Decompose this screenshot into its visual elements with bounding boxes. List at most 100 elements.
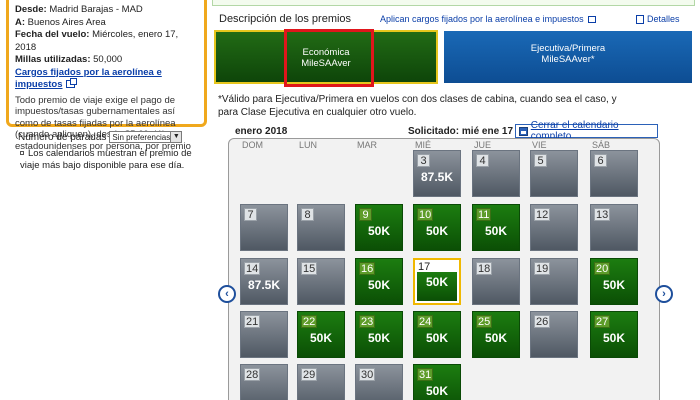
requested-label: Solicitado: [408,126,460,137]
popup-window-icon[interactable] [66,78,78,89]
day-award-miles: 50K [602,331,625,345]
date-label: Fecha del vuelo: [15,29,90,40]
calendar-day[interactable]: 30 [355,364,403,400]
stops-select-value: Sin preferencias [112,132,171,142]
details-link-text[interactable]: Detalles [647,14,680,24]
day-number: 27 [594,315,611,328]
day-number: 6 [594,154,607,167]
day-award-miles: 50K [367,331,390,345]
apply-fees-link-text[interactable]: Aplican cargos fijados por la aerolínea … [380,14,584,24]
calendar-day[interactable]: 29 [297,364,345,400]
calendar-day[interactable]: 7 [240,204,288,251]
calendar-day[interactable]: 13 [590,204,638,251]
fees-description: Todo premio de viaje exige el pago de im… [15,94,191,152]
top-banner-box [212,0,695,6]
calendar-day[interactable]: 11 50K [472,204,520,251]
chevron-down-icon[interactable]: ▼ [170,132,182,142]
calendar-day[interactable]: 22 50K [297,311,345,358]
tab-exec-line2: MileSAAver* [541,54,595,65]
day-award-miles: 50K [425,384,448,398]
day-award-miles: 50K [425,331,448,345]
day-award-miles: 50K [425,224,448,238]
day-number: 18 [476,262,493,275]
calendar-day[interactable]: 21 [240,311,288,358]
calendar-day[interactable]: 20 50K [590,258,638,305]
calendar-day[interactable]: 27 50K [590,311,638,358]
weekday-label: MAR [357,140,377,150]
day-number: 22 [301,315,318,328]
day-number: 29 [301,368,318,381]
bullet-square-icon [20,151,24,156]
day-number: 26 [534,315,551,328]
calendar-day[interactable]: 10 50K [413,204,461,251]
calendar-day[interactable]: 12 [530,204,578,251]
from-row: Desde: Madrid Barajas - MAD [15,4,197,17]
day-number: 13 [594,208,611,221]
day-number: 15 [301,262,318,275]
next-month-button[interactable]: › [655,285,673,303]
calendar-day[interactable]: 19 [530,258,578,305]
calendar-day[interactable]: 26 [530,311,578,358]
calendar-day[interactable]: 15 [297,258,345,305]
calendar-day[interactable]: 6 [590,150,638,197]
day-award-miles: 50K [602,278,625,292]
weekday-label: DOM [242,140,263,150]
miles-label: Millas utilizadas: [15,54,91,65]
prev-month-button[interactable]: ‹ [218,285,236,303]
to-value: Buenos Aires Area [27,16,106,28]
calendar-note-text: Los calendarios muestran el premio de vi… [20,148,192,171]
miles-row: Millas utilizadas: 50,000 [15,54,197,67]
day-award-miles: 50K [309,331,332,345]
calendar-day[interactable]: 23 50K [355,311,403,358]
prize-description-title: Descripción de los premios [219,13,352,25]
close-calendar-button[interactable]: Cerrar el calendario completo [515,120,658,142]
stops-select[interactable]: Sin preferencias ▼ [109,131,183,143]
popup-window-icon[interactable] [588,16,597,24]
calendar-day[interactable]: 5 [530,150,578,197]
calendar-day[interactable]: 4 [472,150,520,197]
calendar-day[interactable]: 25 50K [472,311,520,358]
day-number: 20 [594,262,611,275]
requested-date: Solicitado: mié ene 17 [408,126,513,137]
date-row: Fecha del vuelo: Miércoles, enero 17, 20… [15,29,197,54]
calendar-day[interactable]: 8 [297,204,345,251]
from-label: Desde: [15,4,47,15]
miles-value: 50,000 [93,54,123,65]
chevron-left-icon[interactable]: ‹ [225,288,229,300]
day-number: 28 [244,368,261,381]
tab-ejecutiva-primera-milesaaver[interactable]: Ejecutiva/Primera MileSAAver* [444,31,692,83]
stops-filter: Número de paradas Sin preferencias ▼ [18,131,183,143]
apply-fees-link[interactable]: Aplican cargos fijados por la aerolínea … [380,14,597,24]
document-icon [636,14,644,24]
calendar-day[interactable]: 14 87.5K [240,258,288,305]
calendar-day[interactable]: 18 [472,258,520,305]
day-award-miles: 50K [367,224,390,238]
day-award-miles: 87.5K [420,170,454,184]
from-value: Madrid Barajas - MAD [49,4,143,15]
flight-summary-panel: Desde: Madrid Barajas - MAD A: Buenos Ai… [6,0,207,152]
chevron-right-icon[interactable]: › [662,288,666,300]
requested-value: mié ene 17 [461,126,514,137]
to-row: A: Buenos Aires Area [15,17,197,30]
calendar-day[interactable]: 16 50K [355,258,403,305]
day-award-miles: 50K [367,278,390,292]
calendar-icon [519,126,528,136]
calendar-day[interactable]: 28 [240,364,288,400]
day-number: 8 [301,208,314,221]
tab-economica-milesaaver[interactable]: Económica MileSAAver [214,29,438,87]
day-number: 19 [534,262,551,275]
day-number: 23 [359,315,376,328]
selection-highlight-box [284,29,374,87]
details-link[interactable]: Detalles [636,14,680,24]
calendar-day[interactable]: 9 50K [355,204,403,251]
calendar-month: enero 2018 [235,126,288,137]
calendar-day-selected[interactable]: 17 50K [413,258,461,305]
stops-label: Número de paradas [18,131,107,143]
calendar-day[interactable]: 31 50K [413,364,461,400]
calendar-day[interactable]: 3 87.5K [413,150,461,197]
day-number: 7 [244,208,257,221]
fees-link[interactable]: Cargos fijados por la aerolínea e impues… [15,67,162,91]
weekday-label: MIÉ [415,140,432,150]
calendar-day[interactable]: 24 50K [413,311,461,358]
day-number: 21 [244,315,261,328]
